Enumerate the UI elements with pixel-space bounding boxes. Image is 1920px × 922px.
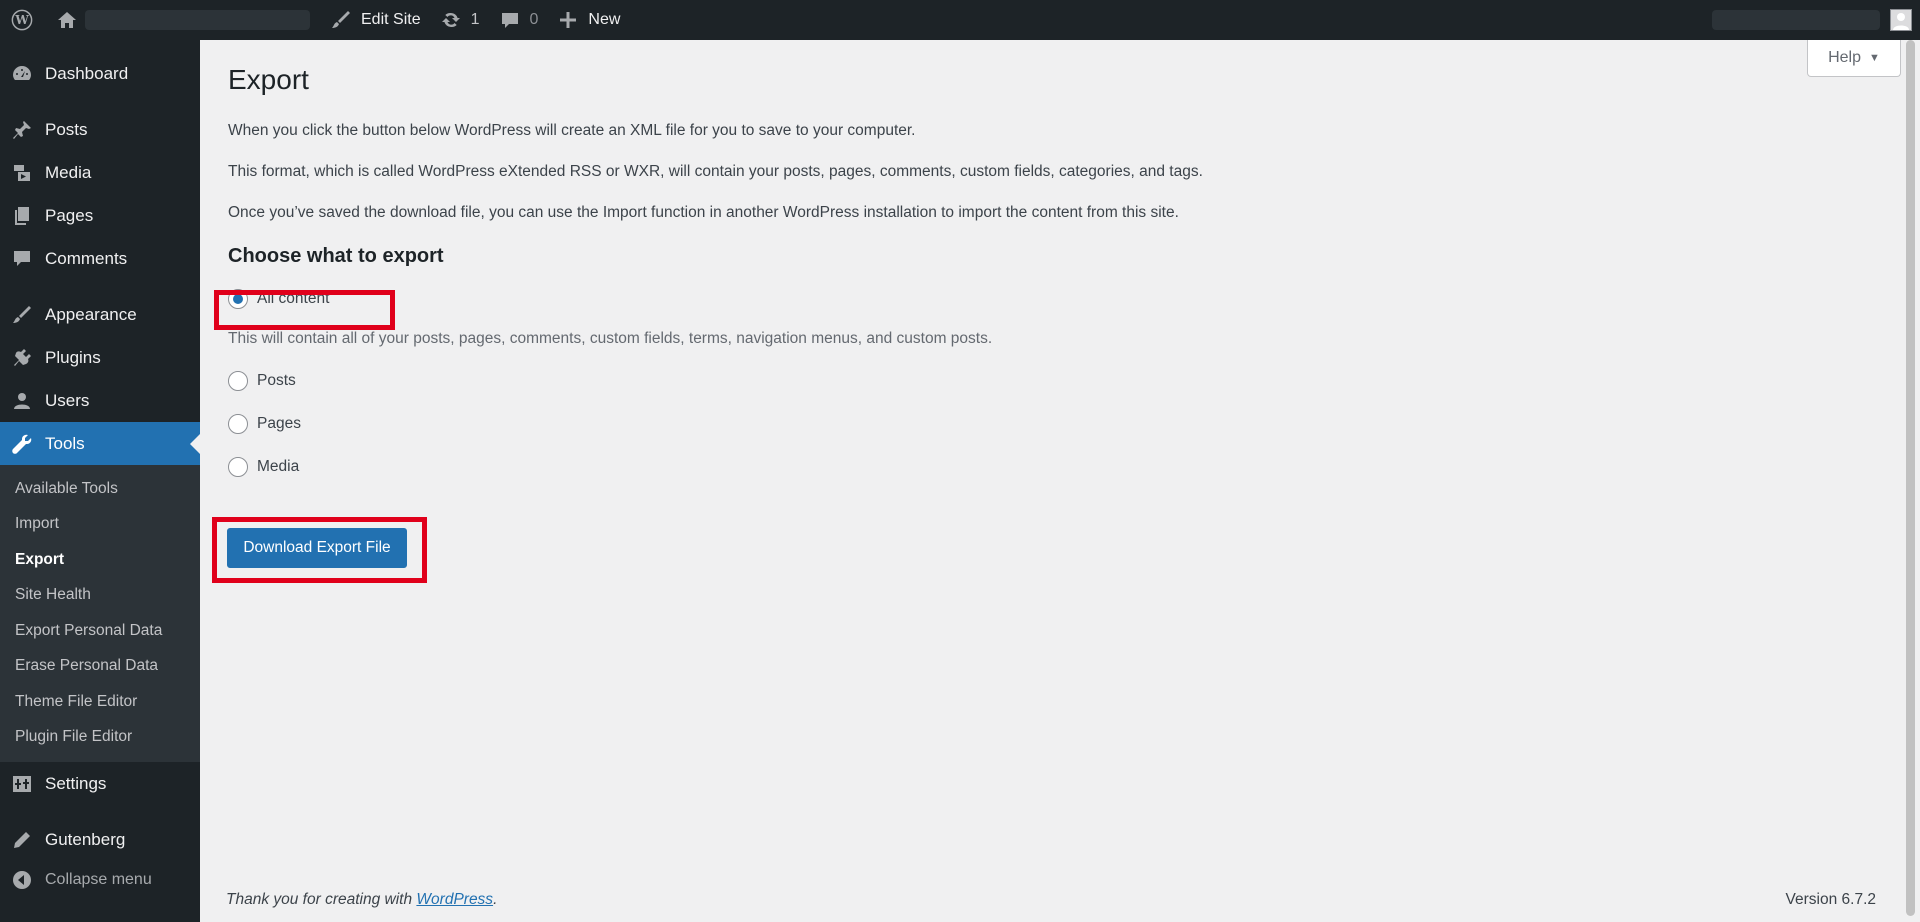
radio-media[interactable] [228, 457, 248, 477]
submenu-item-theme-file-editor[interactable]: Theme File Editor [0, 684, 200, 720]
option-pages[interactable]: Pages [228, 413, 1901, 435]
sidebar-item-users[interactable]: Users [0, 379, 200, 422]
submenu-item-available-tools[interactable]: Available Tools [0, 471, 200, 507]
pages-icon [10, 204, 34, 228]
option-label: Pages [257, 415, 301, 432]
edit-site-label: Edit Site [361, 11, 421, 28]
media-icon [10, 161, 34, 185]
sidebar-item-gutenberg[interactable]: Gutenberg [0, 818, 200, 861]
option-posts[interactable]: Posts [228, 370, 1901, 392]
collapse-menu-button[interactable]: Collapse menu [0, 861, 200, 899]
highlight-all-content [214, 290, 395, 330]
sidebar-item-pages[interactable]: Pages [0, 194, 200, 237]
plus-icon [556, 8, 580, 32]
edit-site-link[interactable]: Edit Site [320, 0, 430, 40]
collapse-menu-label: Collapse menu [45, 871, 152, 888]
user-icon [10, 389, 34, 413]
help-label: Help [1828, 49, 1861, 66]
footer-thanks: Thank you for creating with WordPress. [226, 891, 497, 909]
sidebar-item-label: Appearance [45, 304, 137, 324]
sidebar-item-label: Users [45, 390, 90, 410]
wrench-icon [10, 432, 34, 456]
scrollbar-thumb[interactable] [1906, 40, 1915, 916]
submenu-item-import[interactable]: Import [0, 507, 200, 543]
footer-thanks-suffix: . [493, 891, 498, 908]
tools-submenu: Available Tools Import Export Site Healt… [0, 465, 200, 762]
sidebar-item-posts[interactable]: Posts [0, 108, 200, 151]
collapse-icon [10, 868, 34, 892]
sidebar-item-label: Pages [45, 205, 94, 225]
submenu-item-erase-personal-data[interactable]: Erase Personal Data [0, 649, 200, 685]
submenu-item-export[interactable]: Export [0, 542, 200, 578]
settings-icon [10, 772, 34, 796]
sidebar-item-label: Settings [45, 773, 107, 793]
sidebar-item-media[interactable]: Media [0, 151, 200, 194]
user-name-redacted [1712, 10, 1880, 30]
intro-paragraph: When you click the button below WordPres… [228, 122, 916, 139]
brush-icon [329, 8, 353, 32]
updates-count: 1 [470, 11, 480, 28]
submenu-item-plugin-file-editor[interactable]: Plugin File Editor [0, 720, 200, 756]
wordpress-logo-icon: W [10, 8, 34, 32]
sidebar-item-plugins[interactable]: Plugins [0, 336, 200, 379]
sidebar-item-label: Dashboard [45, 63, 129, 83]
comment-icon [10, 247, 34, 271]
admin-bar: W Edit Site 1 0 New [0, 0, 1920, 40]
submenu-item-export-personal-data[interactable]: Export Personal Data [0, 613, 200, 649]
pin-icon [10, 118, 34, 142]
avatar [1890, 9, 1912, 31]
option-media[interactable]: Media [228, 456, 1901, 478]
wordpress-logo-menu[interactable]: W [0, 0, 46, 40]
page-scrollbar[interactable] [1901, 40, 1920, 922]
sidebar-item-label: Posts [45, 119, 88, 139]
sidebar-item-appearance[interactable]: Appearance [0, 293, 200, 336]
new-label: New [588, 11, 621, 28]
footer-thanks-prefix: Thank you for creating with [226, 891, 417, 908]
comments-count: 0 [529, 11, 539, 28]
comments-link[interactable]: 0 [489, 0, 548, 40]
page-title: Export [228, 64, 309, 95]
radio-posts[interactable] [228, 371, 248, 391]
sidebar-item-label: Plugins [45, 347, 101, 367]
sidebar-item-label: Gutenberg [45, 829, 126, 849]
admin-sidebar: Dashboard Posts Media Pages Comments App… [0, 40, 200, 922]
section-title: Choose what to export [228, 245, 444, 267]
sidebar-item-tools[interactable]: Tools [0, 422, 200, 465]
option-label: Media [257, 458, 300, 475]
sidebar-item-label: Media [45, 162, 92, 182]
sidebar-item-label: Comments [45, 248, 128, 268]
my-account-menu[interactable] [1712, 9, 1920, 31]
sidebar-item-settings[interactable]: Settings [0, 762, 200, 805]
all-content-description: This will contain all of your posts, pag… [228, 330, 993, 347]
comment-icon [498, 8, 522, 32]
sidebar-item-dashboard[interactable]: Dashboard [0, 52, 200, 95]
download-export-file-button[interactable]: Download Export File [227, 528, 407, 568]
submenu-item-site-health[interactable]: Site Health [0, 578, 200, 614]
svg-text:W: W [14, 13, 29, 27]
new-content-menu[interactable]: New [547, 0, 629, 40]
radio-pages[interactable] [228, 414, 248, 434]
sidebar-item-label: Tools [45, 433, 85, 453]
home-icon [55, 8, 79, 32]
dashboard-icon [10, 62, 34, 86]
sidebar-item-comments[interactable]: Comments [0, 237, 200, 280]
import-paragraph: Once you’ve saved the download file, you… [228, 204, 1179, 221]
updates-link[interactable]: 1 [430, 0, 489, 40]
updates-icon [439, 8, 463, 32]
option-all-content[interactable]: All content [228, 288, 1901, 310]
footer-version: Version 6.7.2 [1785, 891, 1876, 908]
site-name-menu[interactable] [46, 0, 320, 40]
caret-down-icon: ▼ [1869, 52, 1880, 64]
wordpress-link[interactable]: WordPress [416, 891, 493, 908]
plugin-icon [10, 346, 34, 370]
help-tab-button[interactable]: Help ▼ [1807, 40, 1901, 77]
site-name-redacted [85, 10, 310, 30]
brush-icon [10, 303, 34, 327]
format-paragraph: This format, which is called WordPress e… [228, 163, 1203, 180]
pencil-icon [10, 828, 34, 852]
main-content: Help ▼ Export When you click the button … [200, 40, 1901, 922]
option-label: Posts [257, 372, 296, 389]
